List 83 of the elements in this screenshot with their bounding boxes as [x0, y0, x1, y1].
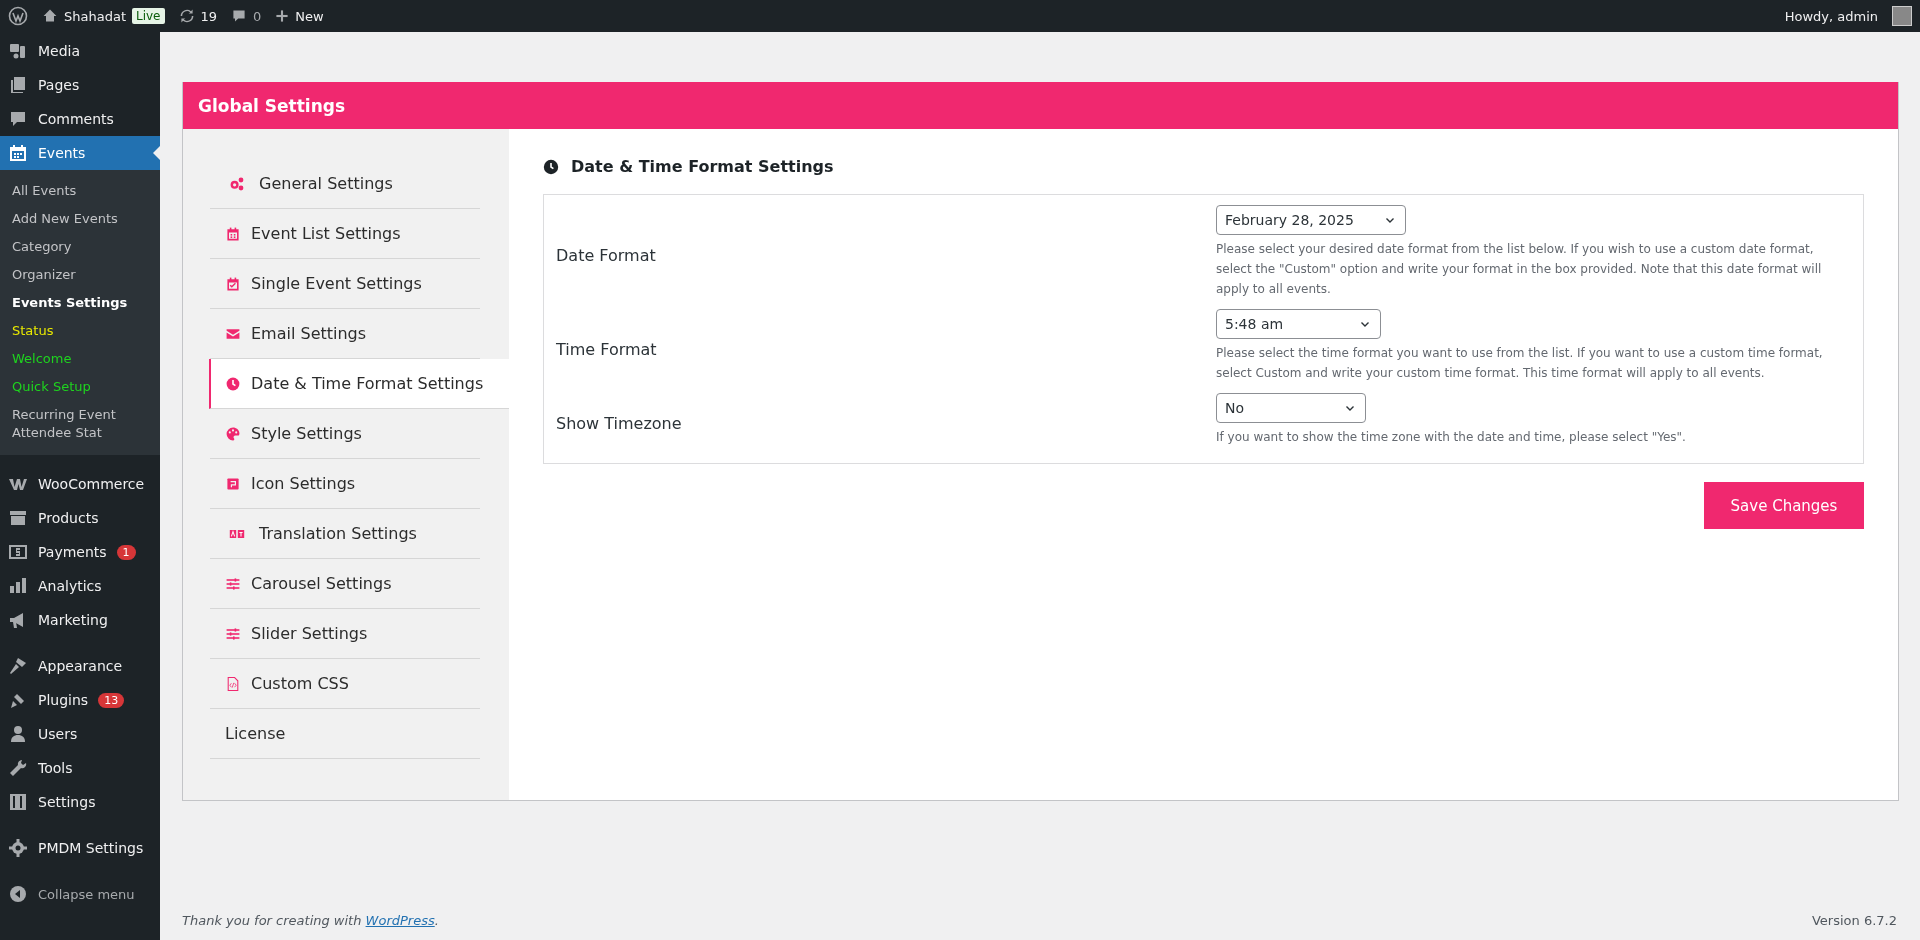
footer-credit: Thank you for creating with WordPress.	[182, 913, 439, 928]
sidebar-item[interactable]: Payments 1	[0, 535, 160, 569]
code-file-icon	[225, 675, 241, 692]
settings-tab[interactable]: Single Event Settings	[210, 259, 480, 309]
sidebar-item[interactable]: WooCommerce	[0, 467, 160, 501]
submenu-item[interactable]: Quick Setup	[0, 373, 160, 401]
field-description: Please select your desired date format from the list below. If you wish to use a custom date format, select the "Custom" option and write your format in the box provided. Note that this date format will apply to all events.	[1216, 241, 1823, 298]
updates-count[interactable]: 19	[200, 8, 218, 24]
dollar-icon	[8, 542, 28, 562]
calendar-icon	[8, 143, 28, 163]
settings-tab[interactable]: Date & Time Format Settings	[209, 359, 509, 409]
settings-tab[interactable]: Slider Settings	[210, 609, 480, 659]
new-link[interactable]: New	[295, 8, 324, 24]
avatar-placeholder[interactable]	[1892, 6, 1912, 26]
settings-tab[interactable]: General Settings	[210, 159, 480, 209]
settings-tab[interactable]: Icon Settings	[210, 459, 480, 509]
sidebar-item[interactable]: Plugins 13	[0, 683, 160, 717]
field-label: Date Format	[556, 245, 656, 265]
square-flag-icon	[225, 475, 241, 492]
comments-count[interactable]: 0	[253, 8, 262, 24]
submenu-item[interactable]: All Events	[0, 177, 160, 205]
archive-icon	[8, 508, 28, 528]
settings-tab[interactable]: Event List Settings	[210, 209, 480, 259]
field-label: Time Format	[556, 339, 657, 359]
settings-tab[interactable]: License	[210, 709, 480, 759]
save-button[interactable]: Save Changes	[1704, 482, 1864, 529]
sidebar-item[interactable]: Media	[0, 34, 160, 68]
media-icon	[8, 41, 28, 61]
greeting[interactable]: Howdy, admin	[1784, 8, 1878, 24]
select-field[interactable]: 5:48 am	[1216, 309, 1381, 339]
speech-bubble-icon	[8, 109, 28, 129]
clock-icon	[225, 375, 241, 392]
pages-icon	[8, 75, 28, 95]
submenu-item[interactable]: Organizer	[0, 261, 160, 289]
field-description: If you want to show the time zone with the date and time, please select "Yes".	[1216, 429, 1687, 446]
sidebar-item[interactable]: Appearance	[0, 649, 160, 683]
submenu-item[interactable]: Welcome	[0, 345, 160, 373]
select-field[interactable]: No	[1216, 393, 1366, 423]
card-title: Global Settings	[198, 95, 346, 116]
submenu-item[interactable]: Category	[0, 233, 160, 261]
collapse-menu[interactable]: Collapse menu	[0, 877, 160, 911]
count-badge: 13	[98, 692, 125, 708]
brush-icon	[8, 656, 28, 676]
settings-tab[interactable]: Custom CSS	[210, 659, 480, 709]
sidebar-item[interactable]: Marketing	[0, 603, 160, 637]
sidebar-item[interactable]: Pages	[0, 68, 160, 102]
section-title: Date & Time Format Settings	[571, 157, 834, 176]
user-icon	[8, 724, 28, 744]
sidebar-item[interactable]: Users	[0, 717, 160, 751]
submenu-item[interactable]: Status	[0, 317, 160, 345]
site-name[interactable]: Shahadat	[64, 8, 126, 24]
sidebar-item[interactable]: Comments	[0, 102, 160, 136]
select-field[interactable]: February 28, 2025	[1216, 205, 1406, 235]
submenu-item[interactable]: Add New Events	[0, 205, 160, 233]
field-label: Show Timezone	[556, 413, 682, 433]
calendar-check-icon	[225, 275, 241, 292]
field-description: Please select the time format you want to use from the list. If you want to use a custom time format, select Custom and write your custom time format. This time format will apply to all events.	[1216, 345, 1824, 382]
sidebar-item[interactable]: Products	[0, 501, 160, 535]
settings-tab[interactable]: Style Settings	[210, 409, 480, 459]
version-text: Version 6.7.2	[1812, 913, 1897, 928]
speech-bubble-icon	[231, 8, 248, 24]
sidebar-item[interactable]: PMDM Settings	[0, 831, 160, 865]
home-icon	[42, 8, 58, 24]
sidebar-item[interactable]: Settings	[0, 785, 160, 819]
wordpress-link[interactable]: WordPress	[365, 913, 435, 928]
refresh-icon	[178, 8, 195, 24]
wrench-icon	[8, 758, 28, 778]
bar-chart-icon	[8, 576, 28, 596]
palette-icon	[225, 425, 241, 442]
settings-tab[interactable]: Translation Settings	[210, 509, 480, 559]
submenu-item[interactable]: Events Settings	[0, 289, 160, 317]
plus-icon	[275, 9, 290, 23]
wordpress-logo-icon	[8, 6, 28, 26]
calendar-icon	[225, 225, 241, 242]
collapse-icon	[8, 884, 28, 904]
sidebar-item[interactable]: Events	[0, 136, 160, 170]
settings-tab[interactable]: Carousel Settings	[210, 559, 480, 609]
count-badge: 1	[116, 544, 136, 560]
submenu-item[interactable]: Recurring Event Attendee Stat	[0, 401, 160, 447]
live-badge: Live	[132, 8, 165, 24]
sidebar-item[interactable]: Analytics	[0, 569, 160, 603]
sidebar-item[interactable]: Tools	[0, 751, 160, 785]
clock-icon	[543, 158, 559, 175]
